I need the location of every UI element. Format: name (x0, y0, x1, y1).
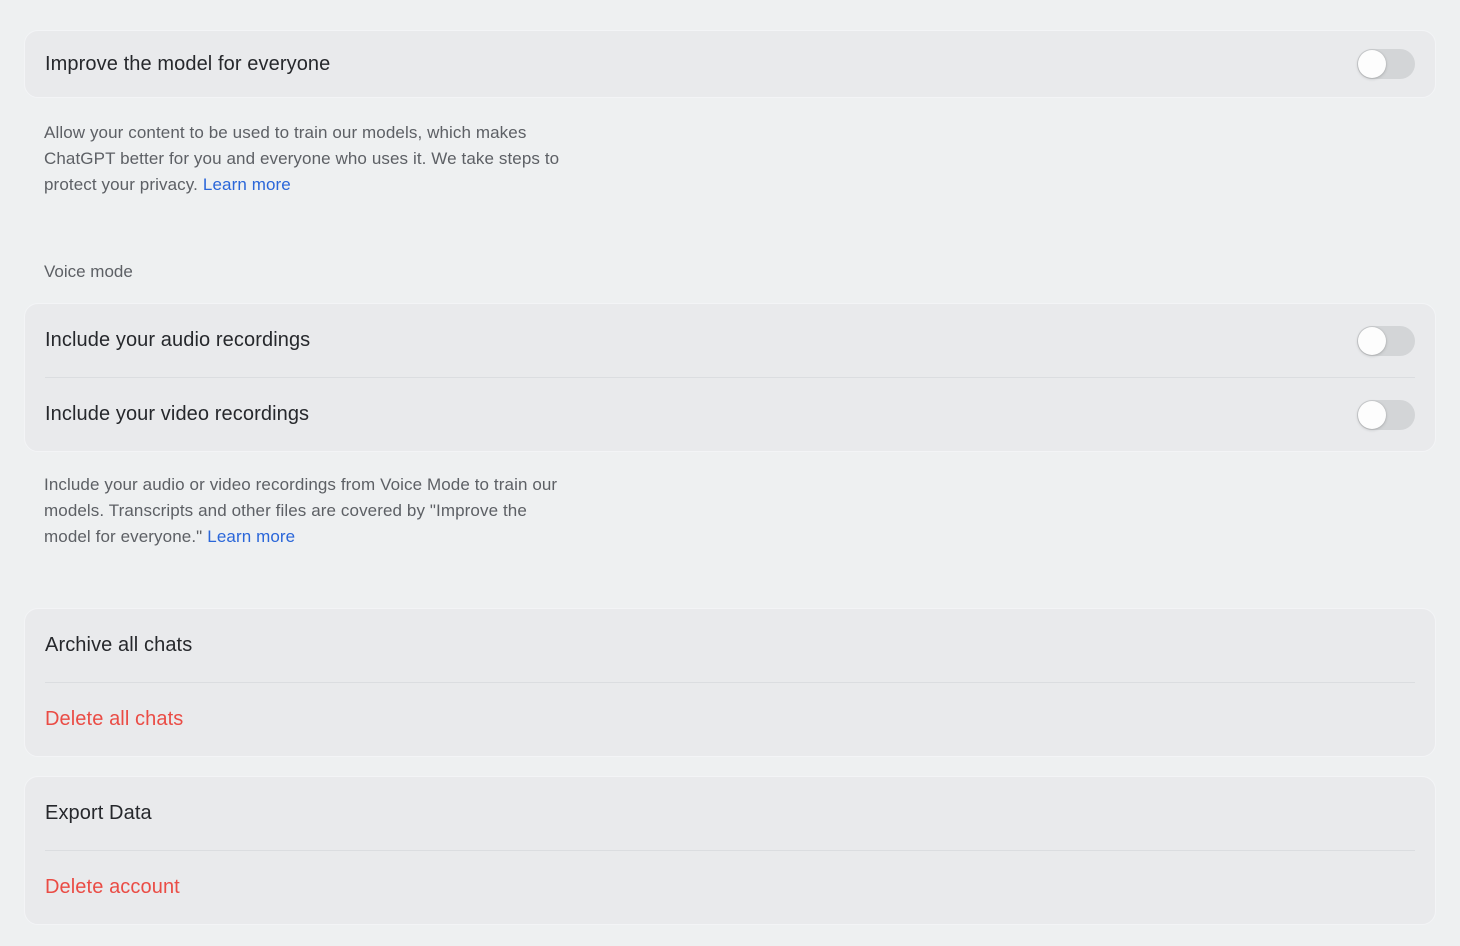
improve-model-card: Improve the model for everyone (24, 30, 1436, 98)
description-line: ChatGPT better for you and everyone who … (44, 146, 1436, 172)
voice-mode-card: Include your audio recordings Include yo… (24, 303, 1436, 452)
archive-all-chats-label: Archive all chats (45, 634, 192, 657)
description-line: model for everyone." Learn more (44, 524, 1436, 550)
delete-account-button[interactable]: Delete account (25, 851, 1435, 924)
delete-account-label: Delete account (45, 876, 180, 899)
audio-recordings-toggle[interactable] (1357, 326, 1415, 356)
toggle-knob (1358, 401, 1386, 429)
voice-mode-description: Include your audio or video recordings f… (44, 472, 1436, 550)
improve-model-label: Improve the model for everyone (45, 53, 330, 76)
chat-actions-card: Archive all chats Delete all chats (24, 608, 1436, 757)
improve-model-description: Allow your content to be used to train o… (44, 120, 1436, 198)
export-data-button[interactable]: Export Data (25, 777, 1435, 850)
description-text: model for everyone." (44, 527, 202, 546)
description-line: protect your privacy. Learn more (44, 172, 1436, 198)
account-actions-card: Export Data Delete account (24, 776, 1436, 925)
archive-all-chats-button[interactable]: Archive all chats (25, 609, 1435, 682)
export-data-label: Export Data (45, 802, 152, 825)
toggle-knob (1358, 50, 1386, 78)
voice-mode-learn-more-link[interactable]: Learn more (207, 527, 295, 546)
description-line: models. Transcripts and other files are … (44, 498, 1436, 524)
video-recordings-row: Include your video recordings (25, 378, 1435, 451)
description-line: Allow your content to be used to train o… (44, 120, 1436, 146)
description-text: protect your privacy. (44, 175, 198, 194)
audio-recordings-row: Include your audio recordings (25, 304, 1435, 377)
delete-all-chats-button[interactable]: Delete all chats (25, 683, 1435, 756)
improve-model-toggle[interactable] (1357, 49, 1415, 79)
description-line: Include your audio or video recordings f… (44, 472, 1436, 498)
video-recordings-toggle[interactable] (1357, 400, 1415, 430)
toggle-knob (1358, 327, 1386, 355)
voice-mode-section-label: Voice mode (44, 259, 1436, 285)
video-recordings-label: Include your video recordings (45, 403, 309, 426)
delete-all-chats-label: Delete all chats (45, 708, 183, 731)
improve-model-row: Improve the model for everyone (25, 31, 1435, 97)
improve-model-learn-more-link[interactable]: Learn more (203, 175, 291, 194)
audio-recordings-label: Include your audio recordings (45, 329, 310, 352)
data-controls-panel: Improve the model for everyone Allow you… (0, 0, 1460, 945)
